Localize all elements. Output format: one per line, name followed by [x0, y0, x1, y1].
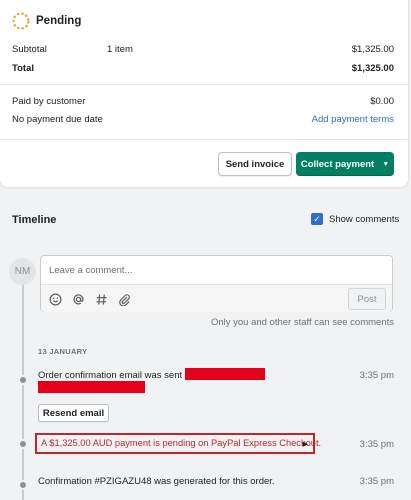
total-value: $1,325.00 [351, 63, 394, 74]
comment-toolbar: Post [41, 284, 392, 312]
timeline-dot [18, 439, 28, 449]
paid-value: $0.00 [370, 96, 394, 107]
collect-payment-label: Collect payment [300, 158, 375, 170]
timeline-event-text: Confirmation #PZIGAZU48 was generated fo… [38, 476, 275, 487]
payment-status-header: Pending [12, 12, 81, 30]
timeline-line [22, 283, 24, 500]
collect-payment-button[interactable]: Collect payment ▼ [296, 152, 394, 176]
timeline-event-text: A $1,325.00 AUD payment is pending on Pa… [41, 438, 322, 448]
paid-label: Paid by customer [12, 96, 86, 107]
timeline-date-label: 13 JANUARY [38, 347, 88, 356]
redacted-email [185, 368, 265, 380]
subtotal-value: $1,325.00 [351, 44, 394, 55]
divider [0, 84, 408, 85]
divider [0, 139, 408, 140]
staff-visibility-note: Only you and other staff can see comment… [210, 317, 394, 328]
total-row: Total $1,325.00 [12, 63, 394, 74]
payment-summary-card: Pending Subtotal 1 item $1,325.00 Total … [0, 0, 408, 187]
timeline-title: Timeline [12, 214, 57, 226]
pending-status-icon [12, 12, 30, 30]
emoji-icon[interactable] [47, 291, 63, 307]
timeline-event-time: 3:35 pm [359, 476, 394, 487]
hashtag-icon[interactable] [93, 291, 109, 307]
timeline-event-time: 3:35 pm [359, 370, 394, 381]
subtotal-items: 1 item [107, 44, 133, 55]
payment-pending-event[interactable]: A $1,325.00 AUD payment is pending on Pa… [35, 433, 321, 454]
caret-down-icon: ▼ [382, 160, 390, 168]
mention-icon[interactable] [70, 291, 86, 307]
show-comments-label: Show comments [329, 213, 400, 225]
comment-composer: Post [40, 255, 393, 312]
checkmark-icon[interactable]: ✓ [311, 213, 323, 225]
redacted-email [38, 381, 145, 393]
due-row: No payment due date Add payment terms [12, 114, 394, 125]
paid-row: Paid by customer $0.00 [12, 96, 394, 107]
timeline-dot [18, 480, 28, 490]
show-comments-toggle[interactable]: ✓ Show comments [311, 213, 399, 225]
due-label: No payment due date [12, 114, 103, 125]
comment-input[interactable] [41, 256, 392, 284]
attachment-icon[interactable] [116, 291, 132, 307]
resend-email-button[interactable]: Resend email [38, 404, 109, 422]
timeline-dot [18, 375, 28, 385]
timeline-event-text: Order confirmation email was sent to [38, 370, 193, 381]
timeline-event-time: 3:35 pm [359, 439, 394, 450]
status-title: Pending [36, 15, 82, 27]
subtotal-row: Subtotal 1 item $1,325.00 [12, 44, 394, 55]
send-invoice-button[interactable]: Send invoice [218, 152, 292, 176]
play-arrow-icon: ▶ [302, 441, 308, 448]
post-button[interactable]: Post [348, 288, 386, 310]
avatar: NM [9, 258, 36, 285]
subtotal-label: Subtotal [12, 44, 47, 55]
add-payment-terms-link[interactable]: Add payment terms [312, 114, 394, 125]
total-label: Total [12, 63, 34, 74]
